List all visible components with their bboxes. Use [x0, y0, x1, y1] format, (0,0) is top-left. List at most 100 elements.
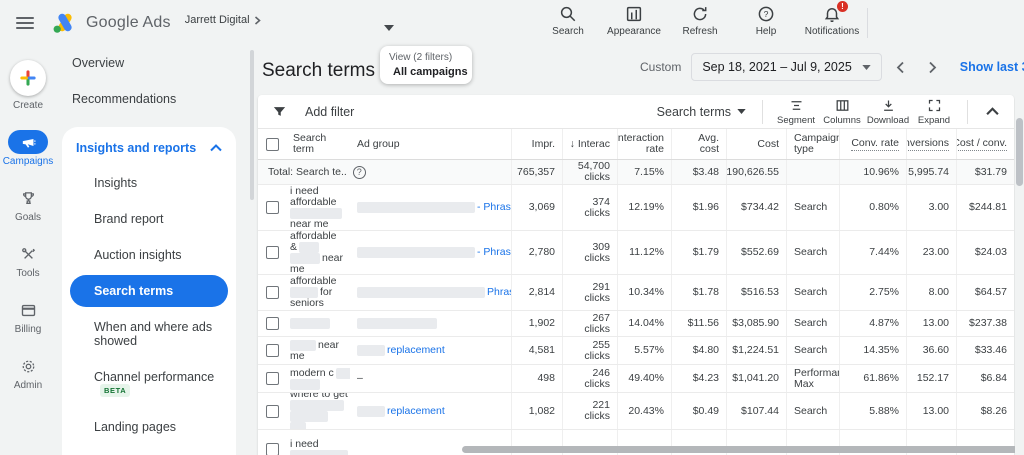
select-all-checkbox[interactable]: [258, 129, 286, 159]
help-label: Help: [756, 26, 777, 37]
search-icon: [559, 5, 577, 23]
filter-icon[interactable]: [272, 104, 287, 119]
admin-icon: [8, 354, 48, 378]
nav-item-recommendations[interactable]: Recommendations: [56, 81, 256, 117]
total-label: Total: Search te..?: [258, 160, 512, 184]
panel-collapse-caret-icon[interactable]: [384, 25, 394, 31]
search-button[interactable]: Search: [542, 5, 594, 37]
nav-item-overview[interactable]: Overview: [56, 45, 256, 81]
expand-button[interactable]: Expand: [911, 98, 957, 126]
notifications-icon: !: [823, 5, 841, 23]
ad-group-link[interactable]: replacement: [387, 345, 445, 356]
table-cell: 4.87%: [840, 311, 907, 336]
table-cell: 765,357: [512, 160, 563, 184]
table-cell: 2,780: [512, 231, 563, 274]
table-cell: $4.23: [672, 365, 727, 392]
view-filter-chip[interactable]: View (2 filters) All campaigns: [380, 46, 472, 84]
nav-item-brand-report[interactable]: Brand report: [62, 201, 236, 237]
nav-item-auction-insights[interactable]: Auction insights: [62, 237, 236, 273]
vertical-scrollbar[interactable]: [1016, 118, 1023, 186]
add-filter-button[interactable]: Add filter: [305, 105, 354, 119]
show-last-30-days-link[interactable]: Show last 30 days: [960, 60, 1024, 74]
row-checkbox[interactable]: [258, 393, 286, 429]
expand-icon: [927, 98, 942, 113]
nav-item-search-terms[interactable]: Search terms: [70, 275, 228, 307]
toolbar-divider: [762, 100, 763, 124]
report-scope-dropdown[interactable]: Search terms: [657, 105, 746, 119]
notifications-button[interactable]: ! Notifications: [806, 5, 858, 37]
table-cell: Search: [787, 393, 840, 429]
table-cell: 2.75%: [840, 275, 907, 310]
toolbar-divider: [967, 100, 968, 124]
date-range-picker[interactable]: Sep 18, 2021 – Jul 9, 2025: [691, 53, 881, 81]
nav-item-stores[interactable]: Stores: [62, 445, 236, 455]
nav-item-insights[interactable]: Insights: [62, 165, 236, 201]
ad-group-link[interactable]: replacement: [387, 406, 445, 417]
row-checkbox[interactable]: [258, 311, 286, 336]
date-range-controls: Custom Sep 18, 2021 – Jul 9, 2025 Show l…: [640, 53, 1024, 81]
collapse-table-chevron-icon[interactable]: [978, 107, 1006, 116]
row-checkbox[interactable]: [258, 337, 286, 364]
ad-group-link[interactable]: Phrase: [487, 287, 512, 298]
column-header-campaign-type[interactable]: Campaign type: [787, 129, 840, 159]
columns-button[interactable]: Columns: [819, 98, 865, 126]
table-cell: 0.80%: [840, 185, 907, 230]
redacted-text: [357, 318, 437, 329]
horizontal-scrollbar[interactable]: [462, 446, 1018, 453]
column-header-cost[interactable]: Cost: [727, 129, 787, 159]
table-cell: 13.00: [907, 393, 957, 429]
column-header-conversions[interactable]: Conversions: [907, 129, 957, 159]
redacted-text: [290, 340, 316, 351]
column-header-conv-rate[interactable]: Conv. rate: [840, 129, 907, 159]
total-row: Total: Search te..? 765,35754,700 clicks…: [258, 160, 1014, 185]
nav-item-when-and-where-ads-showed[interactable]: When and where ads showed: [62, 309, 236, 359]
column-header-impr-[interactable]: Impr.: [512, 129, 563, 159]
account-selector[interactable]: Jarrett Digital: [185, 14, 261, 26]
chevron-right-icon: [928, 61, 937, 74]
section-label: Insights and reports: [76, 141, 196, 155]
segment-button[interactable]: Segment: [773, 98, 819, 126]
table-cell: 36.60: [907, 337, 957, 364]
column-header-ad-group[interactable]: Ad group: [350, 129, 512, 159]
row-checkbox[interactable]: [258, 365, 286, 392]
row-checkbox[interactable]: [258, 275, 286, 310]
help-icon[interactable]: ?: [353, 166, 366, 179]
plus-icon: [10, 60, 46, 96]
menu-icon[interactable]: [16, 17, 34, 29]
create-label: Create: [13, 100, 43, 111]
column-header-avg-cost[interactable]: Avg. cost: [672, 129, 727, 159]
rail-item-goals[interactable]: Goals: [0, 186, 56, 223]
previous-range-button[interactable]: [888, 54, 914, 80]
nav-item-landing-pages[interactable]: Landing pages: [62, 409, 236, 445]
nav-scrollbar[interactable]: [250, 50, 254, 200]
nav-section-insights-and-reports[interactable]: Insights and reports: [62, 127, 236, 165]
create-button[interactable]: Create: [0, 60, 56, 111]
column-header-interac[interactable]: ↓Interac: [563, 129, 618, 159]
row-checkbox[interactable]: [258, 231, 286, 274]
table-cell: $1.79: [672, 231, 727, 274]
ad-group-link[interactable]: - Phrase: [477, 202, 512, 213]
refresh-button[interactable]: Refresh: [674, 5, 726, 37]
next-range-button[interactable]: [920, 54, 946, 80]
redacted-text: [290, 208, 342, 219]
ad-group-link[interactable]: - Phrase: [477, 247, 512, 258]
rail-item-admin[interactable]: Admin: [0, 354, 56, 391]
rail-item-tools[interactable]: Tools: [0, 242, 56, 279]
table-cell: 10.34%: [618, 275, 672, 310]
search-term-cell: affordableforseniors: [286, 275, 350, 310]
column-header-cost-conv-[interactable]: Cost / conv.: [957, 129, 1014, 159]
table-row: 1,902267 clicks14.04%$11.56$3,085.90Sear…: [258, 311, 1014, 337]
rail-item-billing[interactable]: Billing: [0, 298, 56, 335]
appearance-button[interactable]: Appearance: [608, 5, 660, 37]
nav-item-channel-performance[interactable]: Channel performanceBETA: [62, 359, 236, 409]
column-header-interaction-rate[interactable]: Interaction rate: [618, 129, 672, 159]
download-button[interactable]: Download: [865, 98, 911, 126]
secondary-nav: Overview Recommendations Insights and re…: [56, 45, 256, 455]
row-checkbox[interactable]: [258, 185, 286, 230]
table-cell: 11.12%: [618, 231, 672, 274]
help-button[interactable]: ? Help: [740, 5, 792, 37]
rail-item-campaigns[interactable]: Campaigns: [0, 130, 56, 167]
column-header-search-term[interactable]: Search term: [286, 129, 350, 159]
row-checkbox[interactable]: [258, 430, 286, 455]
caret-down-icon: [737, 109, 746, 114]
